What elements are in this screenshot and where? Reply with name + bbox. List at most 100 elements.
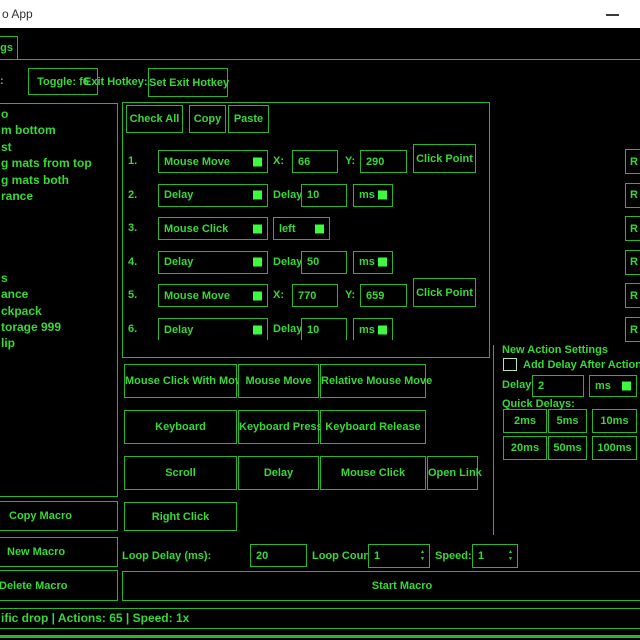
quick-delay-button[interactable]: 20ms [503,436,547,460]
quick-delay-button[interactable]: 100ms [592,436,637,460]
titlebar: o App [0,0,640,28]
add-action-row: Right Click [124,502,237,531]
action-type-dropdown[interactable]: Mouse Move [158,150,268,173]
remove-action-button[interactable]: R [625,149,640,174]
add-action-button[interactable]: Open Link [427,456,478,490]
macro-list-item[interactable] [1,204,117,220]
copy-actions-button[interactable]: Copy [189,105,226,133]
dropdown-indicator-icon [253,157,262,166]
delay-unit-dropdown[interactable]: ms [353,251,393,274]
status-bar: ific drop | Actions: 65 | Speed: 1x [0,608,640,629]
set-exit-hotkey-button[interactable]: Set Exit Hotkey [148,68,228,97]
quick-delay-button[interactable]: 5ms [548,409,587,433]
remove-action-button[interactable]: R [625,216,640,241]
new-macro-button[interactable]: New Macro [0,537,118,567]
loop-delay-input[interactable] [250,544,307,567]
add-action-button[interactable]: Scroll [124,456,237,490]
macro-list[interactable]: om bottomstg mats from topg mats bothran… [0,103,118,497]
remove-action-button[interactable]: R [625,317,640,342]
add-action-button[interactable]: Keyboard [124,410,237,444]
quick-delay-button[interactable]: 10ms [592,409,637,433]
dropdown-indicator-icon [253,291,262,300]
add-action-row: ScrollDelayMouse ClickOpen Link [124,456,478,490]
action-type-dropdown[interactable]: Delay [158,184,268,207]
action-type-dropdown[interactable]: Delay [158,251,268,274]
check-all-button[interactable]: Check All [126,105,183,133]
y-label: Y: [345,284,355,307]
add-action-button[interactable]: Mouse Move [238,364,319,398]
nas-delay-input[interactable] [532,375,584,397]
dropdown-indicator-icon [622,382,631,391]
tab-settings[interactable]: gs [0,36,18,60]
remove-action-button[interactable]: R [625,250,640,275]
quick-delay-button[interactable]: 2ms [503,409,547,433]
macro-list-item[interactable] [1,237,117,253]
macro-list-item[interactable]: o [1,106,117,122]
click-point-button[interactable]: Click Point [413,144,476,173]
macro-list-item[interactable]: ance [1,286,117,302]
action-row: 6.DelayDelay:ms [122,318,640,340]
add-action-button[interactable]: Right Click [124,502,237,531]
add-action-button[interactable]: Delay [238,456,319,490]
add-action-button[interactable]: Keyboard Press [238,410,319,444]
action-row: 4.DelayDelay:ms [122,251,640,274]
add-action-button[interactable]: Relative Mouse Move [320,364,426,398]
row-delay-input[interactable] [301,184,347,207]
add-action-button[interactable]: Mouse Click [320,456,426,490]
row-delay-input[interactable] [301,318,347,340]
mouse-button-dropdown[interactable]: left [273,217,330,240]
dropdown-indicator-icon [315,224,324,233]
action-type-dropdown[interactable]: Mouse Click [158,217,268,240]
macro-list-item[interactable]: g mats from top [1,155,117,171]
macro-list-item[interactable]: ckpack [1,303,117,319]
add-action-button[interactable]: Keyboard Release [320,410,426,444]
row-delay-input[interactable] [301,251,347,274]
remove-action-button[interactable]: R [625,183,640,208]
y-input[interactable] [360,284,407,307]
action-number: 3. [128,217,137,240]
add-delay-checkbox[interactable] [503,358,517,371]
spinner-down-icon[interactable]: ▼ [508,557,513,562]
spinner-up-icon[interactable]: ▲ [508,550,513,555]
start-macro-button[interactable]: Start Macro [122,571,640,601]
tabstrip-divider [0,59,640,60]
add-action-row: Mouse Click With MoveMouse MoveRelative … [124,364,426,398]
macro-list-item[interactable]: st [1,139,117,155]
delete-macro-button[interactable]: Delete Macro [0,570,118,601]
action-number: 5. [128,284,137,307]
macro-list-item[interactable] [1,254,117,270]
minimize-icon[interactable] [606,14,619,16]
macro-list-item[interactable]: torage 999 [1,319,117,335]
macro-list-item[interactable]: m bottom [1,122,117,138]
action-type-dropdown[interactable]: Delay [158,318,268,340]
x-input[interactable] [292,150,338,173]
nas-delay-unit-dropdown[interactable]: ms [589,375,637,397]
speed-stepper[interactable]: 1 ▲▼ [472,544,518,568]
spinner-up-icon[interactable]: ▲ [420,550,425,555]
delay-unit-dropdown[interactable]: ms [353,318,393,340]
new-action-settings-title: New Action Settings [502,344,608,356]
macro-list-item[interactable]: lip [1,335,117,351]
quick-delay-button[interactable]: 50ms [548,436,587,460]
spinner-down-icon[interactable]: ▼ [420,557,425,562]
x-input[interactable] [292,284,338,307]
y-input[interactable] [360,150,407,173]
add-delay-checkbox-label: Add Delay After Action [523,359,640,371]
macro-list-item[interactable]: rance [1,188,117,204]
action-type-dropdown[interactable]: Mouse Move [158,284,268,307]
speed-label: Speed: [435,550,472,562]
delay-unit-dropdown[interactable]: ms [353,184,393,207]
macro-list-item[interactable]: g mats both [1,172,117,188]
paste-actions-button[interactable]: Paste [228,105,269,133]
dropdown-indicator-icon [378,325,387,334]
mouse-button-dropdown-value: left [279,223,296,235]
dropdown-indicator-icon [253,224,262,233]
add-action-button[interactable]: Mouse Click With Move [124,364,237,398]
click-point-button[interactable]: Click Point [413,278,476,307]
macro-list-item[interactable] [1,221,117,237]
loop-count-stepper[interactable]: 1 ▲▼ [368,544,430,568]
copy-macro-button[interactable]: Copy Macro [0,501,118,531]
hotkey-label-fragment: : [0,75,4,87]
remove-action-button[interactable]: R [625,283,640,308]
macro-list-item[interactable]: s [1,270,117,286]
